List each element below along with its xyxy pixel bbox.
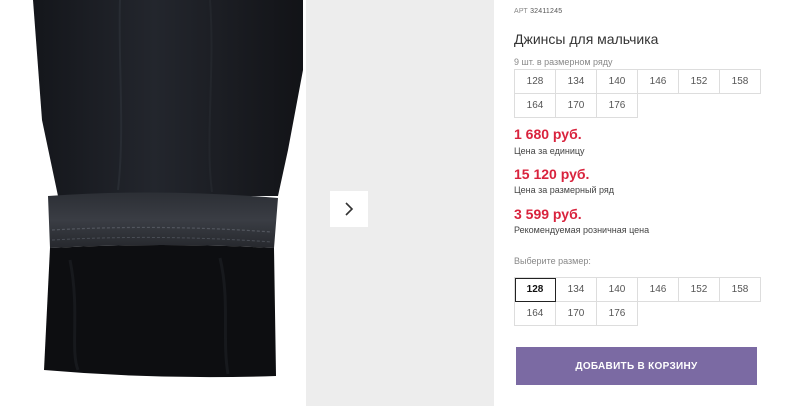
product-details: АРТ 32411245 Джинсы для мальчика 9 шт. в… [514,0,764,406]
next-slide-preview [306,0,494,406]
size-run-cell: 134 [556,70,597,94]
product-gallery [0,0,494,406]
unit-price-label: Цена за единицу [514,146,585,156]
size-run-cell: 128 [515,70,556,94]
size-run-cell: 176 [597,94,638,118]
product-image [0,0,306,406]
size-run-cell: 170 [556,94,597,118]
jeans-cuff-photo [33,0,303,378]
choose-size-label: Выберите размер: [514,256,591,266]
next-slide-button[interactable] [330,191,368,227]
size-option[interactable]: 146 [638,278,679,302]
size-run-grid: 128 134 140 146 152 158 164 170 176 [514,69,761,118]
retail-price-label: Рекомендуемая розничная цена [514,225,650,235]
article-number: АРТ 32411245 [514,8,562,15]
size-run-price-label: Цена за размерный ряд [514,185,615,195]
size-option[interactable]: 152 [679,278,720,302]
size-run-cell: 164 [515,94,556,118]
article-value: 32411245 [530,8,563,15]
size-option[interactable]: 164 [515,302,556,326]
size-option[interactable]: 140 [597,278,638,302]
size-option-selected[interactable]: 128 [515,278,556,302]
size-run-cell: 146 [638,70,679,94]
size-selector: 128 134 140 146 152 158 164 170 176 [514,277,761,326]
size-option[interactable]: 134 [556,278,597,302]
add-to-cart-button[interactable]: ДОБАВИТЬ В КОРЗИНУ [516,347,757,385]
size-option[interactable]: 176 [597,302,638,326]
size-option[interactable]: 170 [556,302,597,326]
size-run-cell: 140 [597,70,638,94]
chevron-right-icon [345,202,354,216]
size-run-caption: 9 шт. в размерном ряду [514,57,613,67]
product-title: Джинсы для мальчика [514,31,659,47]
size-run-cell: 152 [679,70,720,94]
size-run-price: 15 120 руб. [514,166,590,182]
retail-price: 3 599 руб. [514,206,582,222]
unit-price: 1 680 руб. [514,126,582,142]
size-option[interactable]: 158 [720,278,761,302]
article-label: АРТ [514,8,528,15]
size-run-cell: 158 [720,70,761,94]
